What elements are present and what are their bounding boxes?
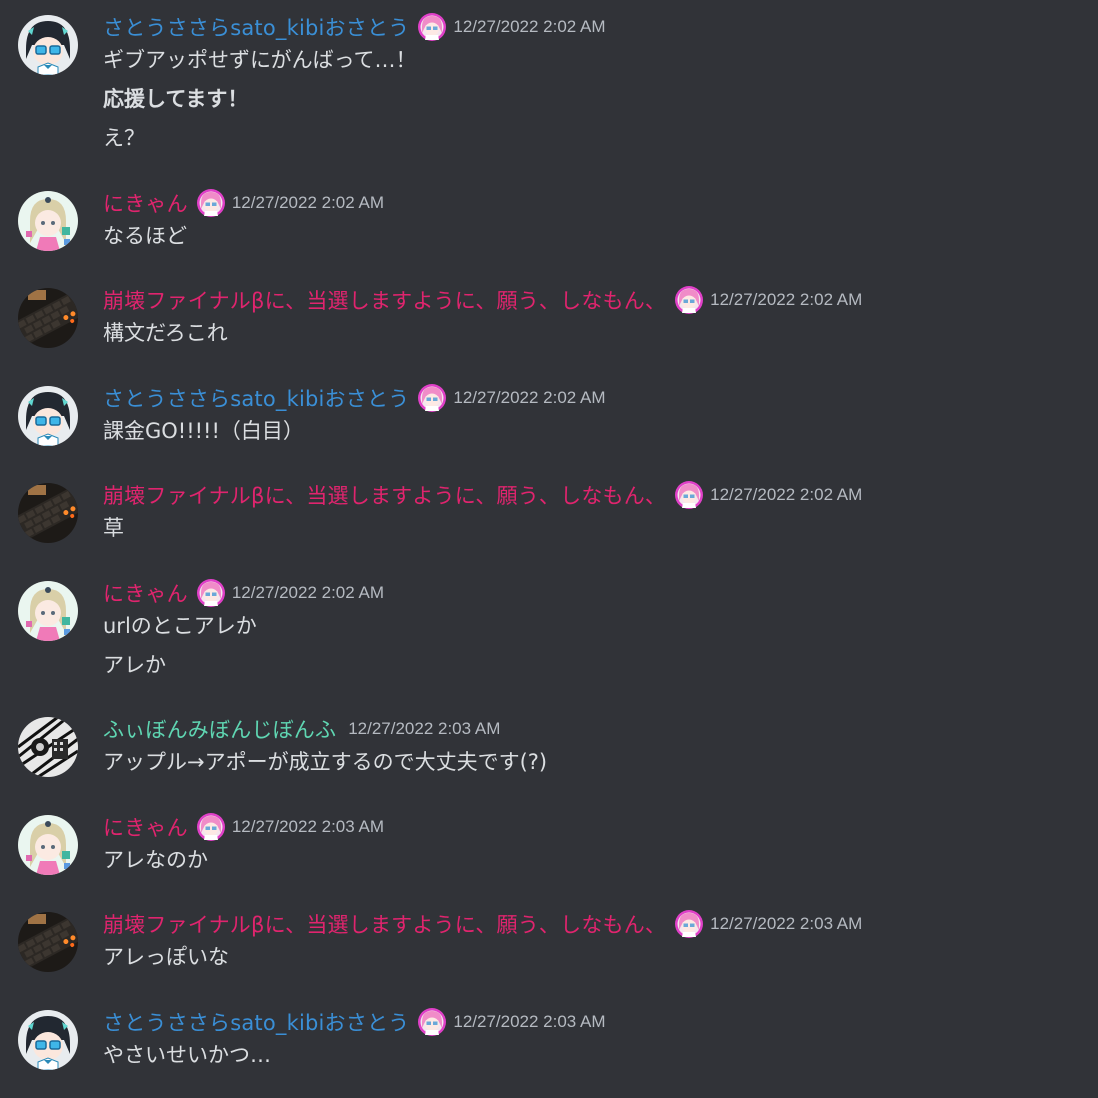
role-badge-icon[interactable] (417, 383, 447, 413)
role-badge-icon[interactable] (417, 12, 447, 42)
role-badge-icon[interactable] (196, 188, 226, 218)
avatar[interactable] (18, 386, 78, 446)
message-header: ふぃぼんみぼんじぼんふ 12/27/2022 2:03 AM (103, 714, 500, 744)
timestamp[interactable]: 12/27/2022 2:02 AM (232, 193, 384, 213)
monochrome-avatar-image (18, 717, 78, 777)
message-text: え？ (103, 126, 145, 150)
avatar[interactable] (18, 717, 78, 777)
timestamp[interactable]: 12/27/2022 2:02 AM (710, 485, 862, 505)
timestamp[interactable]: 12/27/2022 2:03 AM (710, 914, 862, 934)
username[interactable]: ふぃぼんみぼんじぼんふ (103, 714, 336, 744)
role-badge-icon[interactable] (417, 1007, 447, 1037)
timestamp[interactable]: 12/27/2022 2:02 AM (232, 583, 384, 603)
timestamp[interactable]: 12/27/2022 2:02 AM (453, 388, 605, 408)
timestamp[interactable]: 12/27/2022 2:02 AM (453, 17, 605, 37)
keyboard-avatar-image (18, 288, 78, 348)
timestamp[interactable]: 12/27/2022 2:03 AM (232, 817, 384, 837)
message-header: にきゃん 12/27/2022 2:03 AM (103, 812, 384, 842)
timestamp[interactable]: 12/27/2022 2:03 AM (453, 1012, 605, 1032)
timestamp[interactable]: 12/27/2022 2:02 AM (710, 290, 862, 310)
anime-avatar-nikyan-image (18, 191, 78, 251)
username[interactable]: さとうささらsato_kibiおさとう (103, 383, 409, 413)
anime-avatar-sato-image (18, 1010, 78, 1070)
avatar[interactable] (18, 483, 78, 543)
anime-avatar-nikyan-image (18, 581, 78, 641)
message-text: アップル→アポーが成立するので大丈夫です(?) (103, 750, 548, 774)
message-header: 崩壊ファイナルβに、当選しますように、願う、しなもん、 12/27/2022 2… (103, 909, 862, 939)
anime-avatar-sato-image (18, 386, 78, 446)
avatar[interactable] (18, 191, 78, 251)
keyboard-avatar-image (18, 912, 78, 972)
username[interactable]: にきゃん (103, 812, 188, 842)
username[interactable]: にきゃん (103, 578, 188, 608)
avatar[interactable] (18, 1010, 78, 1070)
role-badge-icon[interactable] (674, 480, 704, 510)
message-header: さとうささらsato_kibiおさとう 12/27/2022 2:03 AM (103, 1007, 606, 1037)
avatar[interactable] (18, 581, 78, 641)
message-header: さとうささらsato_kibiおさとう 12/27/2022 2:02 AM (103, 12, 606, 42)
message-text: なるほど (103, 224, 187, 248)
username[interactable]: さとうささらsato_kibiおさとう (103, 12, 409, 42)
message-text: やさいせいかつ… (103, 1043, 271, 1067)
anime-avatar-sato-image (18, 15, 78, 75)
message-text: 応援してます！ (103, 87, 249, 111)
message-text: ギブアッポせずにがんばって…！ (103, 48, 417, 72)
avatar[interactable] (18, 912, 78, 972)
message-text: 草 (103, 516, 124, 540)
avatar[interactable] (18, 15, 78, 75)
message-text: アレなのか (103, 848, 208, 872)
message-header: にきゃん 12/27/2022 2:02 AM (103, 188, 384, 218)
chat-message-list: さとうささらsato_kibiおさとう 12/27/2022 2:02 AM ギブ… (0, 0, 1098, 1098)
role-badge-icon[interactable] (196, 812, 226, 842)
username[interactable]: 崩壊ファイナルβに、当選しますように、願う、しなもん、 (103, 480, 666, 510)
username[interactable]: 崩壊ファイナルβに、当選しますように、願う、しなもん、 (103, 909, 666, 939)
anime-avatar-nikyan-image (18, 815, 78, 875)
username[interactable]: にきゃん (103, 188, 188, 218)
message-header: さとうささらsato_kibiおさとう 12/27/2022 2:02 AM (103, 383, 606, 413)
message-text: アレっぽいな (103, 945, 229, 969)
message-text: 構文だろこれ (103, 321, 228, 345)
message-header: 崩壊ファイナルβに、当選しますように、願う、しなもん、 12/27/2022 2… (103, 480, 862, 510)
message-header: にきゃん 12/27/2022 2:02 AM (103, 578, 384, 608)
message-text: urlのとこアレか (103, 614, 257, 638)
timestamp[interactable]: 12/27/2022 2:03 AM (348, 719, 500, 739)
avatar[interactable] (18, 815, 78, 875)
role-badge-icon[interactable] (196, 578, 226, 608)
message-header: 崩壊ファイナルβに、当選しますように、願う、しなもん、 12/27/2022 2… (103, 285, 862, 315)
username[interactable]: 崩壊ファイナルβに、当選しますように、願う、しなもん、 (103, 285, 666, 315)
message-text: アレか (103, 653, 166, 677)
message-text: 課金GO!!!!!（白目） (103, 419, 304, 443)
role-badge-icon[interactable] (674, 909, 704, 939)
username[interactable]: さとうささらsato_kibiおさとう (103, 1007, 409, 1037)
avatar[interactable] (18, 288, 78, 348)
role-badge-icon[interactable] (674, 285, 704, 315)
keyboard-avatar-image (18, 483, 78, 543)
